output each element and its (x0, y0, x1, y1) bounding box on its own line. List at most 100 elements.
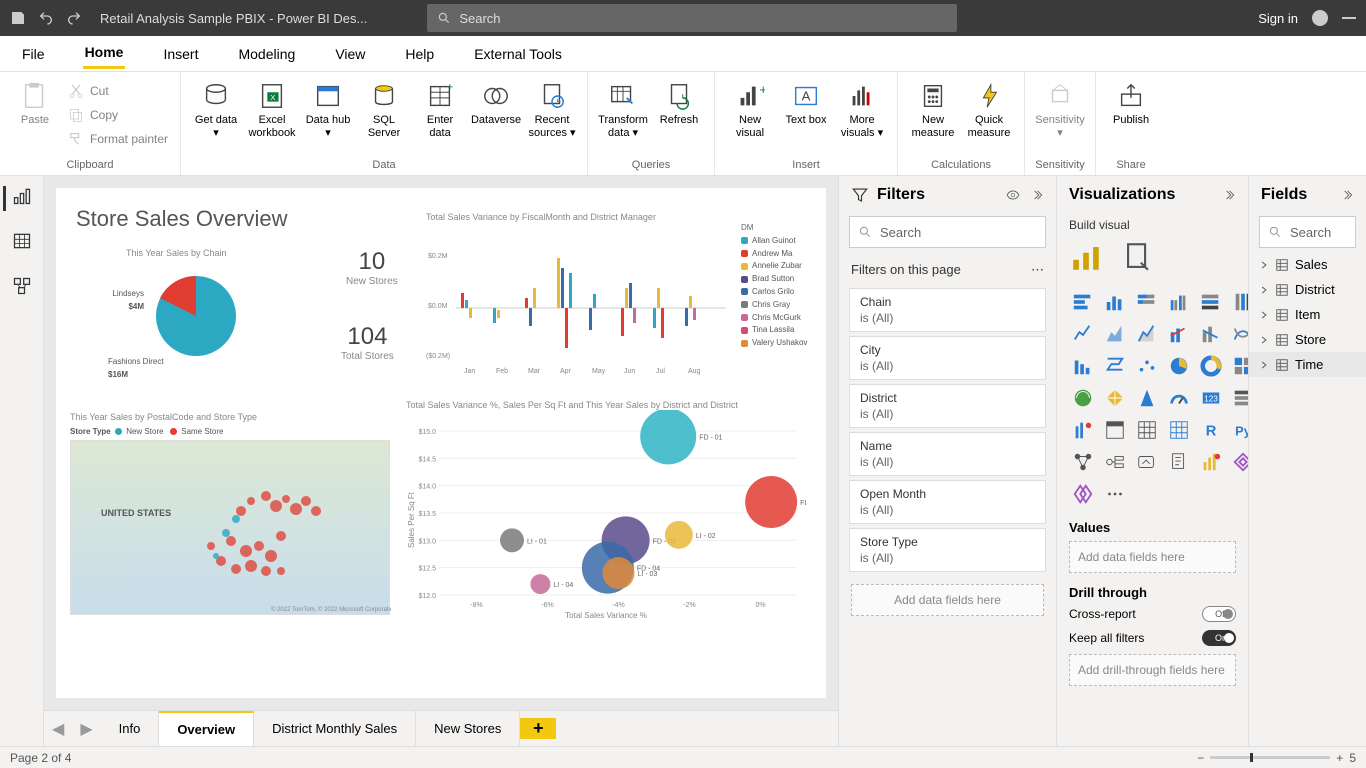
title-search[interactable]: Search (427, 4, 957, 32)
zoom-out-icon[interactable]: − (1197, 751, 1204, 765)
viz-type-icon[interactable] (1069, 384, 1097, 412)
data-hub-button[interactable]: Data hub ▾ (301, 76, 355, 144)
paste-button[interactable]: Paste (8, 76, 62, 131)
menu-help[interactable]: Help (403, 40, 436, 68)
viz-type-icon[interactable] (1133, 448, 1161, 476)
viz-type-icon[interactable] (1069, 448, 1097, 476)
viz-type-icon[interactable] (1069, 480, 1097, 508)
viz-type-icon[interactable] (1197, 288, 1225, 316)
sql-server-button[interactable]: SQL Server (357, 76, 411, 144)
viz-type-icon[interactable] (1133, 384, 1161, 412)
tab-new-stores[interactable]: New Stores (416, 711, 520, 746)
build-visual-icon[interactable] (1069, 240, 1103, 274)
viz-type-icon[interactable] (1165, 352, 1193, 380)
copy-button[interactable]: Copy (64, 104, 172, 126)
viz-type-icon[interactable] (1133, 416, 1161, 444)
field-table[interactable]: Store (1249, 327, 1366, 352)
cross-report-toggle[interactable]: Cross-report Off (1057, 602, 1248, 626)
viz-type-icon[interactable] (1069, 320, 1097, 348)
viz-type-icon[interactable] (1165, 384, 1193, 412)
bar-chart[interactable]: $0.2M $0.0M ($0.2M) (426, 228, 736, 378)
viz-type-icon[interactable] (1165, 448, 1193, 476)
bubble-chart[interactable]: $12.0$12.5$13.0$13.5$14.0$14.5$15.0 -8%-… (406, 410, 806, 620)
model-view-icon[interactable] (12, 276, 32, 301)
viz-type-icon[interactable] (1101, 416, 1129, 444)
sensitivity-button[interactable]: Sensitivity ▾ (1033, 76, 1087, 144)
viz-type-icon[interactable]: 123 (1197, 384, 1225, 412)
transform-data-button[interactable]: Transform data ▾ (596, 76, 650, 144)
tab-prev-icon[interactable]: ◀ (44, 719, 72, 739)
filter-drop-zone[interactable]: Add data fields here (851, 584, 1044, 616)
viz-type-icon[interactable] (1197, 448, 1225, 476)
field-table[interactable]: Item (1249, 302, 1366, 327)
format-visual-icon[interactable] (1121, 240, 1155, 274)
viz-type-icon[interactable] (1069, 288, 1097, 316)
filter-card[interactable]: Cityis (All) (849, 336, 1046, 380)
get-data-button[interactable]: Get data ▾ (189, 76, 243, 144)
filter-card[interactable]: Open Monthis (All) (849, 480, 1046, 524)
redo-icon[interactable] (66, 10, 82, 26)
enter-data-button[interactable]: +Enter data (413, 76, 467, 144)
keep-filters-toggle[interactable]: Keep all filters On (1057, 626, 1248, 650)
tab-district-monthly[interactable]: District Monthly Sales (254, 711, 416, 746)
filter-card[interactable]: Chainis (All) (849, 288, 1046, 332)
zoom-in-icon[interactable]: + (1336, 751, 1343, 765)
viz-type-icon[interactable] (1165, 320, 1193, 348)
recent-sources-button[interactable]: Recent sources ▾ (525, 76, 579, 144)
more-visuals-button[interactable]: More visuals ▾ (835, 76, 889, 144)
viz-type-icon[interactable] (1069, 416, 1097, 444)
viz-type-icon[interactable] (1101, 480, 1129, 508)
viz-type-icon[interactable] (1133, 320, 1161, 348)
pie-chart[interactable] (146, 266, 246, 369)
filter-search[interactable]: Search (849, 216, 1046, 248)
values-drop-zone[interactable]: Add data fields here (1069, 541, 1236, 573)
new-measure-button[interactable]: New measure (906, 76, 960, 144)
tab-next-icon[interactable]: ▶ (72, 719, 100, 739)
filter-card[interactable]: Nameis (All) (849, 432, 1046, 476)
viz-type-icon[interactable] (1101, 384, 1129, 412)
viz-type-icon[interactable] (1101, 448, 1129, 476)
viz-type-icon[interactable] (1101, 288, 1129, 316)
menu-modeling[interactable]: Modeling (236, 40, 297, 68)
tab-overview[interactable]: Overview (159, 711, 254, 746)
drill-drop-zone[interactable]: Add drill-through fields here (1069, 654, 1236, 686)
menu-insert[interactable]: Insert (161, 40, 200, 68)
format-painter-button[interactable]: Format painter (64, 128, 172, 150)
kpi-new-stores[interactable]: 10 New Stores (346, 248, 398, 287)
text-box-button[interactable]: AText box (779, 76, 833, 131)
menu-external-tools[interactable]: External Tools (472, 40, 564, 68)
signin-link[interactable]: Sign in (1258, 11, 1298, 26)
minimize-icon[interactable] (1342, 17, 1356, 19)
new-visual-button[interactable]: +New visual (723, 76, 777, 144)
viz-type-icon[interactable] (1197, 320, 1225, 348)
viz-type-icon[interactable] (1197, 352, 1225, 380)
kpi-total-stores[interactable]: 104 Total Stores (341, 323, 394, 362)
dataverse-button[interactable]: Dataverse (469, 76, 523, 131)
report-canvas[interactable]: Store Sales Overview This Year Sales by … (56, 188, 826, 698)
quick-measure-button[interactable]: Quick measure (962, 76, 1016, 144)
viz-type-icon[interactable]: R (1197, 416, 1225, 444)
menu-home[interactable]: Home (83, 38, 126, 69)
fields-search[interactable]: Search (1259, 216, 1356, 248)
filter-card[interactable]: Districtis (All) (849, 384, 1046, 428)
undo-icon[interactable] (38, 10, 54, 26)
cut-button[interactable]: Cut (64, 80, 172, 102)
excel-workbook-button[interactable]: XExcel workbook (245, 76, 299, 144)
collapse-icon[interactable] (1340, 188, 1354, 202)
viz-type-icon[interactable] (1069, 352, 1097, 380)
save-icon[interactable] (10, 10, 26, 26)
menu-view[interactable]: View (333, 40, 367, 68)
viz-type-icon[interactable] (1101, 352, 1129, 380)
field-table[interactable]: Sales (1249, 252, 1366, 277)
viz-type-icon[interactable] (1165, 288, 1193, 316)
field-table[interactable]: Time (1249, 352, 1366, 377)
publish-button[interactable]: Publish (1104, 76, 1158, 131)
viz-type-icon[interactable] (1133, 352, 1161, 380)
viz-type-icon[interactable] (1101, 320, 1129, 348)
add-page-button[interactable]: + (520, 718, 556, 739)
field-table[interactable]: District (1249, 277, 1366, 302)
tab-info[interactable]: Info (101, 711, 160, 746)
viz-type-icon[interactable] (1133, 288, 1161, 316)
collapse-icon[interactable] (1222, 188, 1236, 202)
avatar-icon[interactable] (1312, 10, 1328, 26)
